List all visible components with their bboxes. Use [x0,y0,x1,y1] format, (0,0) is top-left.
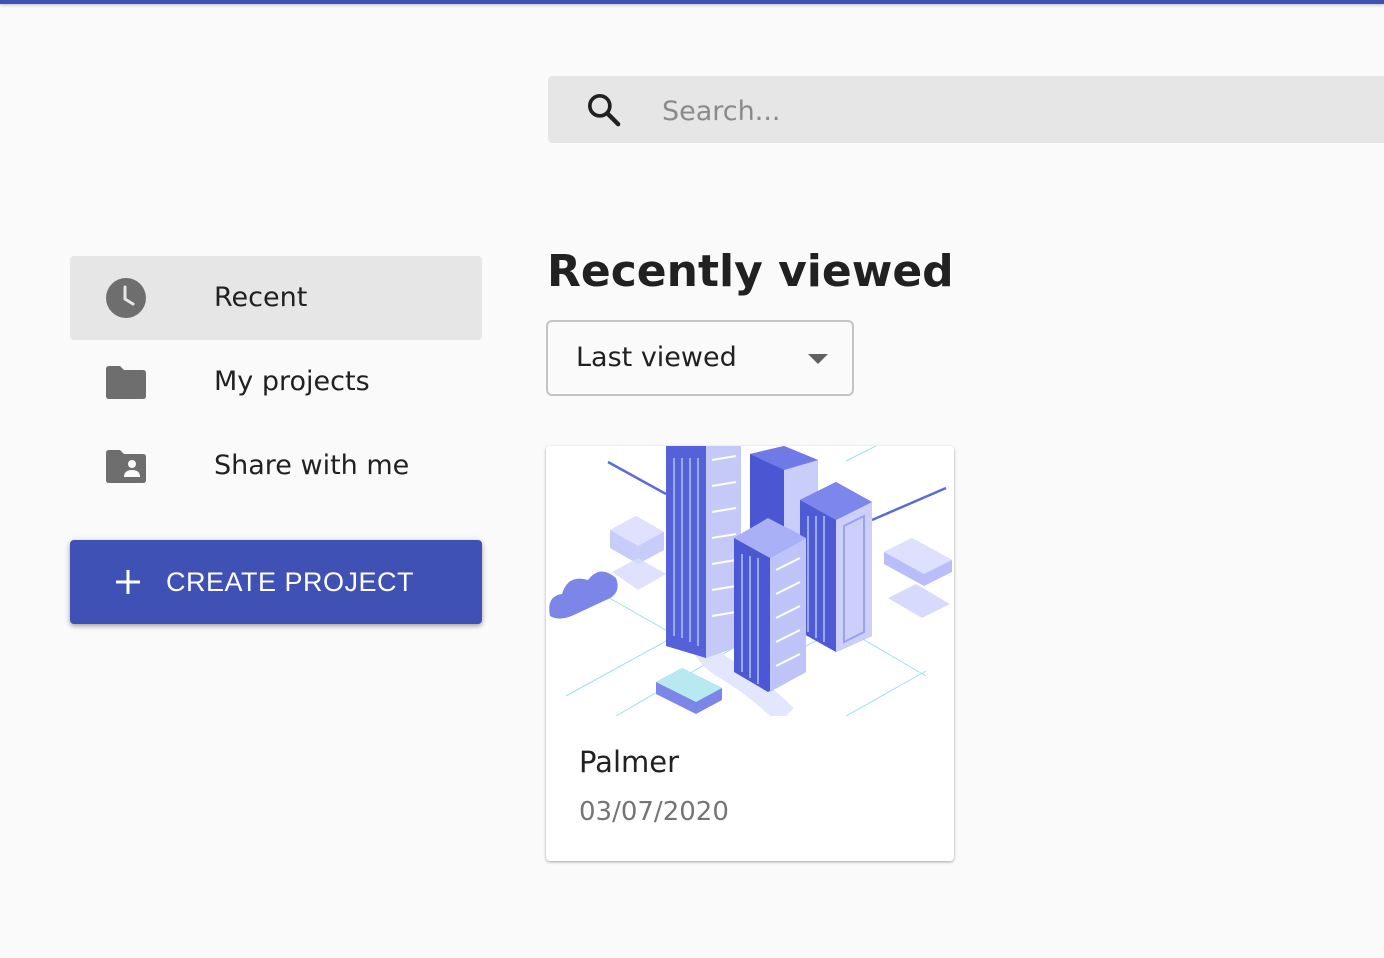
clock-icon [106,278,146,318]
top-accent-bar [0,0,1384,4]
sort-dropdown[interactable]: Last viewed [546,320,854,396]
folder-icon [106,366,146,399]
search-input[interactable] [660,90,1364,132]
create-project-button[interactable]: CREATE PROJECT [70,540,482,624]
page-title: Recently viewed [547,246,954,297]
create-project-label: CREATE PROJECT [166,567,415,597]
project-card-title: Palmer [579,745,680,779]
shared-folder-icon [106,450,146,483]
plus-icon [116,570,140,594]
sort-selected-value: Last viewed [576,342,737,373]
sidebar-item-label: Recent [214,282,308,313]
search-bar[interactable] [548,76,1384,143]
sidebar: Recent My projects Share with me [70,256,482,508]
sidebar-item-label: Share with me [214,450,410,481]
search-icon[interactable] [584,90,624,130]
project-card[interactable]: Palmer 03/07/2020 [546,446,954,861]
project-card-date: 03/07/2020 [579,797,729,827]
sidebar-item-share-with-me[interactable]: Share with me [70,424,482,508]
caret-down-icon [808,354,828,364]
sidebar-item-my-projects[interactable]: My projects [70,340,482,424]
sidebar-item-label: My projects [214,366,370,397]
sidebar-item-recent[interactable]: Recent [70,256,482,340]
project-thumbnail-image [546,446,954,716]
